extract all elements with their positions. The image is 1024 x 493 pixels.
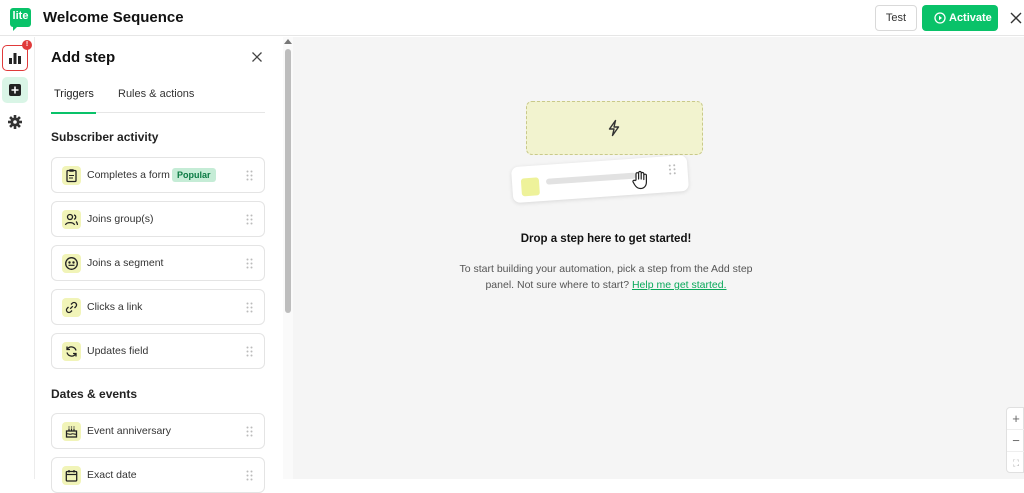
lightning-icon [608, 119, 620, 137]
item-label: Exact date [87, 469, 137, 481]
scroll-thumb[interactable] [285, 49, 291, 313]
panel-title: Add step [51, 49, 116, 66]
drag-handle-icon[interactable] [246, 170, 253, 181]
zoom-controls: + − ⛶ [1006, 407, 1024, 473]
drag-handle-icon[interactable] [246, 470, 253, 481]
trigger-item-joins-segment[interactable]: Joins a segment [51, 245, 265, 281]
mailerlite-logo[interactable]: lite [10, 8, 31, 31]
trigger-item-completes-form[interactable]: Completes a form Popular [51, 157, 265, 193]
help-link[interactable]: Help me get started. [632, 279, 727, 291]
hand-cursor-icon [632, 170, 647, 190]
drag-handle-icon[interactable] [246, 214, 253, 225]
automation-canvas[interactable]: Drop a step here to get started! To star… [293, 37, 1024, 479]
drag-handle-icon[interactable] [246, 346, 253, 357]
drag-handle-icon[interactable] [246, 302, 253, 313]
item-label: Completes a form [87, 169, 170, 181]
fit-view-button[interactable]: ⛶ [1007, 452, 1024, 474]
clipboard-icon [62, 166, 81, 185]
cake-icon [62, 422, 81, 441]
tab-rules-actions[interactable]: Rules & actions [118, 88, 194, 100]
trigger-item-event-anniversary[interactable]: Event anniversary [51, 413, 265, 449]
step-card-illustration [510, 154, 690, 204]
panel-scrollbar[interactable] [283, 37, 293, 479]
left-rail: ! [0, 37, 35, 479]
empty-state-description: To start building your automation, pick … [446, 261, 766, 293]
trigger-item-updates-field[interactable]: Updates field [51, 333, 265, 369]
item-label: Joins a segment [87, 257, 164, 269]
item-label: Event anniversary [87, 425, 172, 437]
play-circle-icon [934, 12, 946, 24]
activate-button[interactable]: Activate [922, 5, 998, 31]
alert-badge: ! [22, 40, 32, 50]
item-label: Joins group(s) [87, 213, 154, 225]
gear-icon [8, 115, 22, 129]
settings-button[interactable] [2, 109, 28, 135]
drag-handle-icon[interactable] [246, 426, 253, 437]
tab-triggers[interactable]: Triggers [51, 88, 96, 114]
activate-label: Activate [949, 12, 992, 24]
segment-icon [62, 254, 81, 273]
item-label: Updates field [87, 345, 149, 357]
section-title-subscriber-activity: Subscriber activity [51, 130, 159, 144]
section-title-dates-events: Dates & events [51, 387, 138, 401]
item-label: Clicks a link [87, 301, 143, 313]
page-title: Welcome Sequence [43, 9, 184, 26]
empty-state-title: Drop a step here to get started! [520, 233, 692, 245]
trigger-item-exact-date[interactable]: Exact date [51, 457, 265, 493]
scroll-up-arrow[interactable] [284, 39, 292, 44]
add-step-button[interactable] [2, 77, 28, 103]
trigger-item-clicks-link[interactable]: Clicks a link [51, 289, 265, 325]
zoom-in-button[interactable]: + [1007, 408, 1024, 430]
card-bar [545, 172, 637, 185]
link-icon [62, 298, 81, 317]
close-icon[interactable] [1009, 11, 1023, 25]
drag-handle-icon[interactable] [246, 258, 253, 269]
top-bar: lite Welcome Sequence Test Activate [0, 0, 1024, 36]
add-step-panel: Add step Triggers Rules & actions Subscr… [35, 37, 283, 493]
zoom-out-button[interactable]: − [1007, 430, 1024, 452]
panel-tabs: Triggers Rules & actions [51, 86, 265, 114]
trigger-item-joins-group[interactable]: Joins group(s) [51, 201, 265, 237]
plus-square-icon [9, 84, 21, 96]
card-square [520, 177, 540, 197]
calendar-icon [62, 466, 81, 485]
refresh-icon [62, 342, 81, 361]
users-icon [62, 210, 81, 229]
test-button[interactable]: Test [875, 5, 917, 31]
drag-handle-icon [668, 164, 676, 175]
popular-badge: Popular [172, 168, 216, 182]
close-icon[interactable] [251, 51, 263, 63]
